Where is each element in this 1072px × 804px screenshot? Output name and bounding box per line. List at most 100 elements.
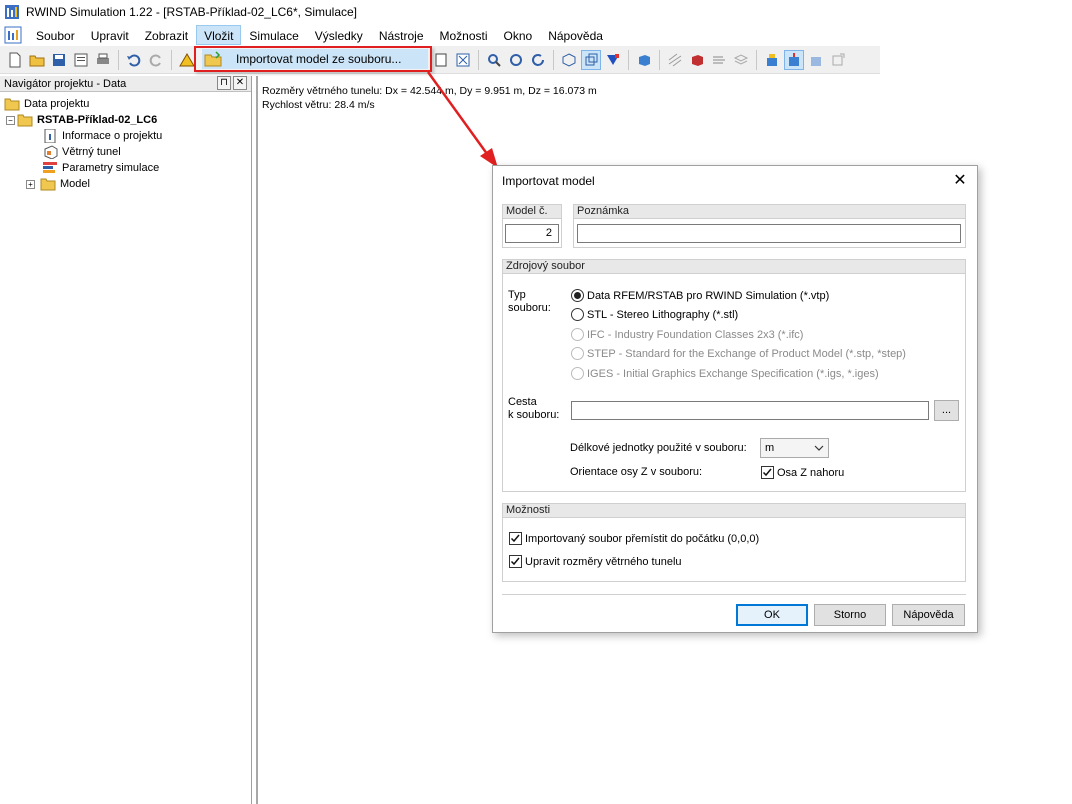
z-axis-up-checkbox[interactable]: Osa Z nahoru (761, 466, 844, 479)
window-title: RWIND Simulation 1.22 - [RSTAB-Příklad-0… (26, 5, 358, 19)
splitter[interactable] (256, 76, 258, 804)
radio-button[interactable] (571, 308, 584, 321)
tree-item-wind-tunnel[interactable]: Větrný tunel (42, 144, 121, 160)
tree-item-label: Parametry simulace (62, 162, 160, 174)
properties-icon[interactable] (71, 50, 91, 70)
menu-vysledky[interactable]: Výsledky (307, 25, 371, 45)
dialog-separator (502, 594, 966, 595)
new-file-icon[interactable] (5, 50, 25, 70)
radio-label: IGES - Initial Graphics Exchange Specifi… (587, 367, 879, 380)
close-icon[interactable]: ✕ (233, 76, 247, 90)
checkbox[interactable] (761, 466, 774, 479)
toolbar-separator (553, 49, 554, 70)
note-field[interactable] (577, 224, 961, 243)
info-document-icon (44, 129, 56, 143)
collapse-icon[interactable]: − (6, 115, 15, 125)
browse-button[interactable]: ... (934, 400, 959, 421)
refresh-icon[interactable] (528, 50, 548, 70)
streamline-icon[interactable] (709, 50, 729, 70)
radio-label: STL - Stereo Lithography (*.stl) (587, 308, 739, 321)
checkmark-icon (510, 534, 520, 543)
import-model-menu-item[interactable]: Importovat model ze souboru... (202, 49, 428, 69)
file-type-label-line1: Typ (508, 289, 526, 301)
resize-tunnel-checkbox[interactable]: Upravit rozměry větrného tunelu (509, 555, 682, 568)
checkbox-label: Upravit rozměry větrného tunelu (525, 555, 682, 568)
move-to-origin-checkbox[interactable]: Importovaný soubor přemístit do počátku … (509, 532, 759, 545)
folder-icon (40, 178, 56, 191)
parameters-icon (43, 162, 57, 173)
mesh-icon[interactable] (665, 50, 685, 70)
tree-item-label: Větrný tunel (62, 146, 121, 158)
radio-button (571, 347, 584, 360)
project-navigator: Navigátor projektu - Data ⊓ ✕ Data proje… (0, 76, 252, 804)
checkbox-label: Importovaný soubor přemístit do počátku … (525, 532, 760, 545)
units-label: Délkové jednotky použité v souboru: (570, 442, 747, 454)
color-scheme-icon[interactable] (603, 50, 623, 70)
menu-item-label: Importovat model ze souboru... (236, 52, 402, 66)
model-number-field[interactable]: 2 (505, 224, 559, 243)
radio-button[interactable] (571, 289, 584, 302)
redo-icon[interactable] (146, 50, 166, 70)
export-icon[interactable] (828, 50, 848, 70)
z-axis-label: Orientace osy Z v souboru: (570, 466, 703, 478)
wireframe-icon[interactable] (581, 49, 601, 70)
radio-label: STEP - Standard for the Exchange of Prod… (587, 347, 906, 360)
ok-button[interactable]: OK (736, 604, 808, 626)
results-icon[interactable] (784, 49, 804, 70)
save-icon[interactable] (49, 50, 69, 70)
navigator-title: Navigátor projektu - Data (4, 77, 127, 90)
open-folder-icon[interactable] (27, 50, 47, 70)
tree-item-root[interactable]: Data projektu (4, 96, 89, 112)
note-label: Poznámka (574, 205, 965, 219)
document-menu-icon[interactable] (4, 26, 22, 44)
pin-icon[interactable]: ⊓ (217, 76, 231, 90)
cancel-button[interactable]: Storno (814, 604, 886, 626)
radio-button (571, 328, 584, 341)
folder-icon (4, 98, 20, 111)
menu-okno[interactable]: Okno (496, 25, 541, 45)
source-file-label: Zdrojový soubor (503, 260, 965, 274)
help-button[interactable]: Nápověda (892, 604, 965, 626)
import-model-dialog: Importovat model ✕ Model č. 2 Poznámka Z… (492, 165, 978, 633)
menu-napoveda[interactable]: Nápověda (540, 25, 611, 45)
tree-item-label: Data projektu (24, 98, 90, 110)
undo-icon[interactable] (124, 50, 144, 70)
probes-icon[interactable] (806, 50, 826, 70)
radio-step: STEP - Standard for the Exchange of Prod… (571, 347, 906, 360)
solid-view-icon[interactable] (634, 50, 654, 70)
menu-moznosti[interactable]: Možnosti (432, 25, 496, 45)
units-value: m (765, 442, 775, 454)
menu-soubor[interactable]: Soubor (28, 25, 83, 45)
toolbar-separator (628, 49, 629, 70)
print-icon[interactable] (93, 50, 113, 70)
checkmark-icon (762, 468, 772, 477)
model-icon[interactable] (762, 50, 782, 70)
tree-item-model[interactable]: + Model (26, 176, 90, 192)
tree-item-label: Informace o projektu (62, 130, 163, 142)
radio-stl[interactable]: STL - Stereo Lithography (*.stl) (571, 308, 738, 321)
close-icon[interactable]: ✕ (951, 172, 969, 190)
options-label: Možnosti (503, 504, 965, 518)
tree-item-info[interactable]: Informace o projektu (42, 128, 162, 144)
file-path-input[interactable] (571, 401, 929, 420)
radio-vtp[interactable]: Data RFEM/RSTAB pro RWIND Simulation (*.… (571, 289, 829, 302)
checkmark-icon (510, 557, 520, 566)
iso-view-icon[interactable] (559, 50, 579, 70)
menu-nastroje[interactable]: Nástroje (371, 25, 432, 45)
file-type-label: Typ souboru: (508, 289, 551, 315)
checkbox[interactable] (509, 555, 522, 568)
render-icon[interactable] (687, 50, 707, 70)
tree-item-project[interactable]: − RSTAB-Příklad-02_LC6 (6, 112, 157, 128)
radio-label: Data RFEM/RSTAB pro RWIND Simulation (*.… (587, 289, 830, 302)
checkbox[interactable] (509, 532, 522, 545)
menu-simulace[interactable]: Simulace (241, 25, 306, 45)
navigator-header: Navigátor projektu - Data ⊓ ✕ (0, 76, 251, 92)
menu-vlozit[interactable]: Vložit (196, 25, 242, 45)
expand-icon[interactable]: + (26, 179, 35, 189)
menu-upravit[interactable]: Upravit (83, 25, 137, 45)
layers-icon[interactable] (731, 50, 751, 70)
menu-zobrazit[interactable]: Zobrazit (137, 25, 196, 45)
folder-open-icon (17, 114, 33, 127)
units-select[interactable]: m (760, 438, 829, 458)
tree-item-sim-params[interactable]: Parametry simulace (42, 160, 159, 176)
